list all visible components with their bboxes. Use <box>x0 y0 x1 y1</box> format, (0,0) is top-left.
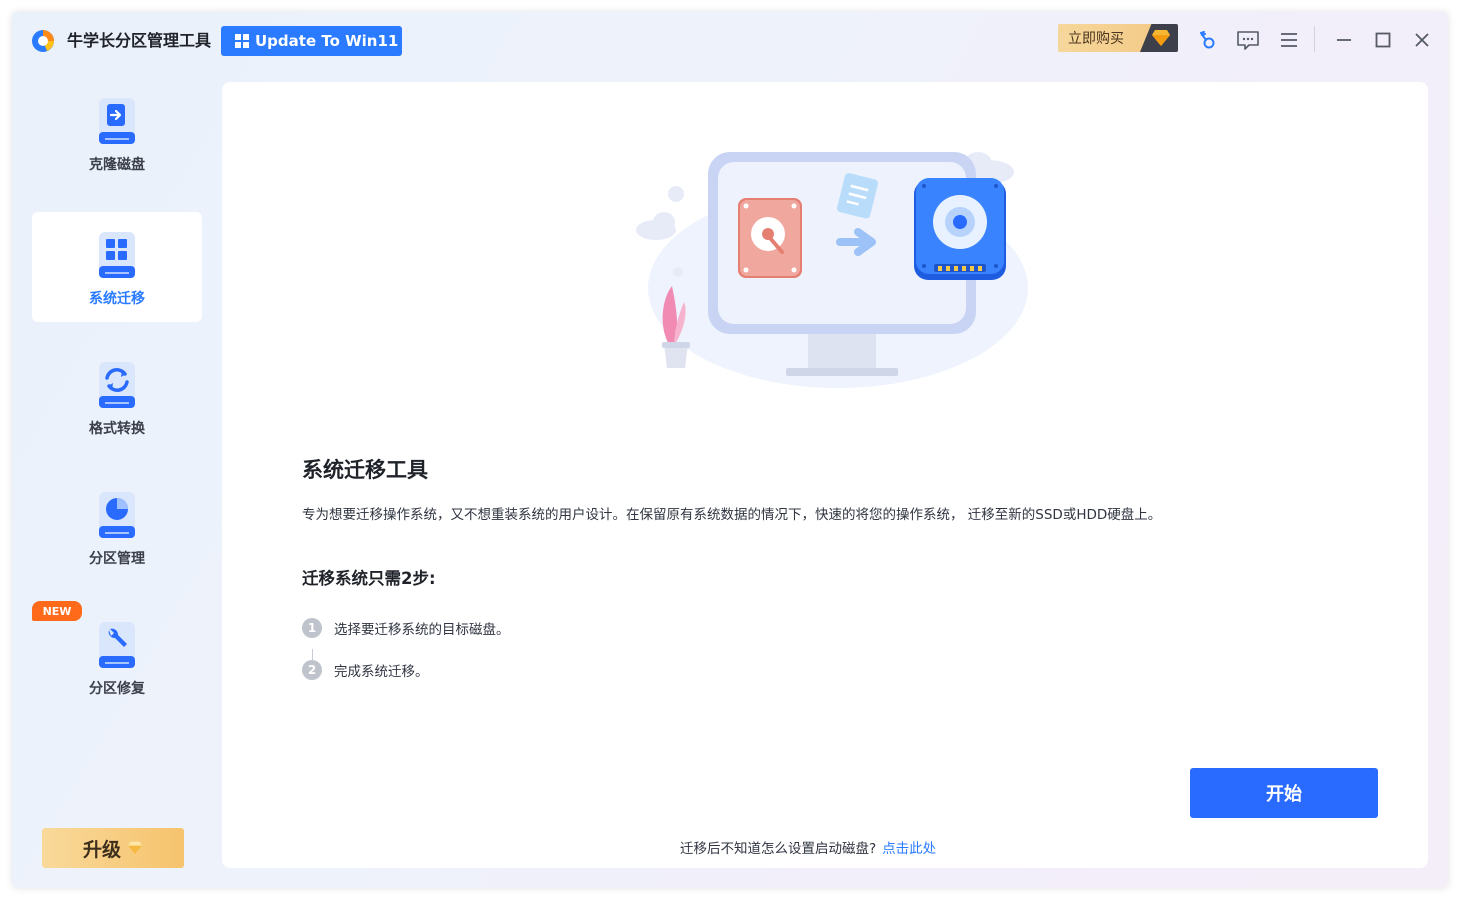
minimize-icon[interactable] <box>1330 26 1358 54</box>
feedback-icon[interactable] <box>1234 26 1262 54</box>
menu-icon[interactable] <box>1275 26 1303 54</box>
buy-now-label: 立即购买 <box>1068 31 1124 47</box>
sidebar-item-format-convert[interactable]: 格式转换 <box>32 342 202 452</box>
step-item: 2 完成系统迁移。 <box>302 660 429 680</box>
step-item: 1 选择要迁移系统的目标磁盘。 <box>302 618 510 638</box>
diamond-icon <box>128 841 142 855</box>
partition-manage-icon <box>99 492 135 538</box>
sidebar-item-label: 格式转换 <box>89 421 145 437</box>
buy-now-button[interactable]: 立即购买 <box>1058 24 1178 52</box>
format-convert-icon <box>99 362 135 408</box>
sidebar-item-label: 克隆磁盘 <box>89 157 145 173</box>
main-panel: 系统迁移工具 专为想要迁移操作系统，又不想重装系统的用户设计。在保留原有系统数据… <box>222 82 1428 868</box>
start-button[interactable]: 开始 <box>1190 768 1378 818</box>
title-bar: 牛学长分区管理工具 Update To Win11 立即购买 <box>12 12 1448 70</box>
update-button-label: Update To Win11 <box>255 32 399 50</box>
sidebar-item-partition-repair[interactable]: 分区修复 <box>32 602 202 712</box>
system-migrate-icon <box>99 232 135 278</box>
upgrade-button-label: 升级 <box>82 838 121 861</box>
page-title: 系统迁移工具 <box>302 458 428 482</box>
partition-repair-icon <box>99 622 135 668</box>
app-window: 牛学长分区管理工具 Update To Win11 立即购买 克隆磁盘 系统迁移… <box>12 12 1448 888</box>
sidebar-item-label: 系统迁移 <box>89 291 145 307</box>
step-number: 1 <box>302 618 322 638</box>
steps-title: 迁移系统只需2步: <box>302 569 436 588</box>
sidebar-item-system-migrate[interactable]: 系统迁移 <box>32 212 202 322</box>
page-description: 专为想要迁移操作系统，又不想重装系统的用户设计。在保留原有系统数据的情况下，快速… <box>302 507 1162 523</box>
close-icon[interactable] <box>1408 26 1436 54</box>
footer-help-text: 迁移后不知道怎么设置启动磁盘? <box>680 841 877 857</box>
maximize-icon[interactable] <box>1369 26 1397 54</box>
system-migration-illustration <box>636 152 1028 388</box>
footer-help: 迁移后不知道怎么设置启动磁盘? 点击此处 <box>680 837 936 857</box>
sidebar: 克隆磁盘 系统迁移 格式转换 分区管理 NEW 分区修复 升级 <box>12 70 222 888</box>
upgrade-button[interactable]: 升级 <box>42 828 184 868</box>
step-text: 选择要迁移系统的目标磁盘。 <box>334 622 510 638</box>
key-icon[interactable] <box>1193 26 1221 54</box>
update-to-win11-button[interactable]: Update To Win11 <box>221 26 402 56</box>
titlebar-divider <box>1314 26 1315 52</box>
step-text: 完成系统迁移。 <box>334 664 429 680</box>
sidebar-item-label: 分区管理 <box>89 551 145 567</box>
clone-disk-icon <box>99 98 135 144</box>
sidebar-item-partition-manage[interactable]: 分区管理 <box>32 472 202 582</box>
step-number: 2 <box>302 660 322 680</box>
sidebar-item-clone-disk[interactable]: 克隆磁盘 <box>32 78 202 188</box>
windows-logo-icon <box>235 34 249 48</box>
app-title: 牛学长分区管理工具 <box>67 31 212 50</box>
sidebar-item-label: 分区修复 <box>89 681 145 697</box>
click-here-link[interactable]: 点击此处 <box>882 841 936 857</box>
diamond-icon <box>1140 24 1178 52</box>
app-logo-icon <box>32 30 54 52</box>
